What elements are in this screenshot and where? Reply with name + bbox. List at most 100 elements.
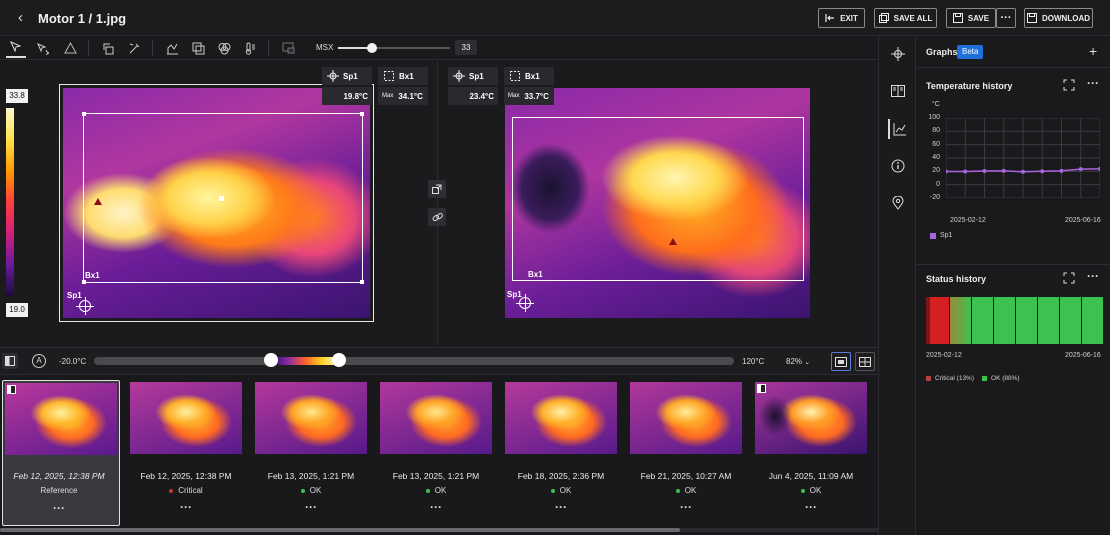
expand-icon[interactable] <box>1063 79 1075 91</box>
histogram-tool-icon[interactable] <box>162 38 182 58</box>
auto-range-toggle[interactable]: A <box>32 354 46 368</box>
triangle-tool-icon[interactable] <box>60 38 80 58</box>
data-point[interactable] <box>946 169 948 174</box>
right-spot-crosshair-icon[interactable] <box>516 294 534 312</box>
thumbnail-more-button[interactable]: ··· <box>755 500 867 514</box>
report-book-icon[interactable] <box>888 81 908 101</box>
thumbnail-card[interactable]: Feb 18, 2025, 2:36 PM OK ··· <box>505 382 617 520</box>
thumbnail-more-button[interactable]: ··· <box>130 500 242 514</box>
temp-history-more-button[interactable]: ··· <box>1087 76 1099 90</box>
thumbnail-more-button[interactable]: ··· <box>3 501 115 515</box>
back-arrow-icon[interactable]: ‹ <box>18 9 23 26</box>
graphs-panel-icon[interactable] <box>888 119 908 139</box>
data-point[interactable] <box>1040 169 1045 174</box>
thumbnail-image[interactable] <box>130 382 242 454</box>
link-images-button[interactable] <box>428 208 446 226</box>
thumbnail-more-button[interactable]: ··· <box>630 500 742 514</box>
scrollbar-thumb[interactable] <box>0 528 680 532</box>
range-max-handle[interactable] <box>332 353 346 367</box>
palette-brush-icon[interactable] <box>124 38 144 58</box>
add-graph-button[interactable]: + <box>1089 43 1097 59</box>
data-point[interactable] <box>1098 166 1100 171</box>
data-point[interactable] <box>1001 168 1006 173</box>
y-tick-label: 80 <box>932 127 940 135</box>
thumbnail-more-button[interactable]: ··· <box>255 500 367 514</box>
color-scale-bar <box>6 108 14 296</box>
zoom-select[interactable]: 82% ⌄ <box>786 357 810 366</box>
left-spot-crosshair-icon[interactable] <box>76 297 94 315</box>
temperature-line-chart <box>946 118 1100 198</box>
left-spot-chip[interactable]: Sp1 <box>322 67 372 85</box>
status-segment-ok[interactable] <box>1059 297 1082 344</box>
data-point[interactable] <box>982 169 987 173</box>
status-segment-ok[interactable] <box>993 297 1016 344</box>
scale-max-value[interactable]: 33.8 <box>6 89 28 103</box>
thumbnail-image[interactable] <box>5 383 117 455</box>
msx-value-field[interactable]: 33 <box>455 40 477 55</box>
fusion-tool-icon[interactable] <box>188 38 208 58</box>
thumbnail-more-button[interactable]: ··· <box>505 500 617 514</box>
thumbnail-image[interactable] <box>755 382 867 454</box>
single-view-button[interactable] <box>831 352 851 371</box>
data-point[interactable] <box>1078 167 1083 172</box>
data-point[interactable] <box>1059 168 1064 173</box>
data-point[interactable] <box>963 169 968 174</box>
measure-tool-icon[interactable] <box>888 44 908 64</box>
box-icon <box>510 71 520 81</box>
grid-view-button[interactable] <box>855 352 875 371</box>
thumbnail-image[interactable] <box>630 382 742 454</box>
status-segment-ok[interactable] <box>1082 297 1105 344</box>
thumbnail-card[interactable]: Jun 4, 2025, 11:09 AM OK ··· <box>755 382 867 520</box>
range-min-handle[interactable] <box>264 353 278 367</box>
tool-bar: MSX 33 <box>0 36 878 60</box>
thumbnail-more-button[interactable]: ··· <box>380 500 492 514</box>
thumbnail-image[interactable] <box>505 382 617 454</box>
scale-min-value[interactable]: 19.0 <box>6 303 28 317</box>
sync-view-button[interactable] <box>428 180 446 198</box>
thumbnail-image[interactable] <box>255 382 367 454</box>
data-point[interactable] <box>1021 169 1025 174</box>
right-box-bx1[interactable] <box>512 117 804 281</box>
msx-slider-track[interactable] <box>338 43 450 53</box>
status-segment-ok[interactable] <box>1037 297 1060 344</box>
msx-slider-handle[interactable] <box>366 43 377 53</box>
swap-view-button[interactable] <box>2 353 18 369</box>
rotate-tool-icon[interactable] <box>98 38 118 58</box>
horizontal-scrollbar[interactable] <box>0 528 878 532</box>
status-segment-ok[interactable] <box>1015 297 1038 344</box>
thumbnail-card[interactable]: Feb 13, 2025, 1:21 PM OK ··· <box>380 382 492 520</box>
thumbnail-card[interactable]: Feb 21, 2025, 10:27 AM OK ··· <box>630 382 742 520</box>
save-button[interactable]: SAVE <box>946 8 996 28</box>
picture-in-picture-icon[interactable] <box>278 38 298 58</box>
download-button[interactable]: DOWNLOAD <box>1024 8 1093 28</box>
right-spot-label: Sp1 <box>507 290 522 299</box>
select-tool-icon[interactable] <box>6 38 26 58</box>
thumbnail-card[interactable]: Feb 12, 2025, 12:38 PM Critical ··· <box>130 382 242 520</box>
status-segment-ok[interactable] <box>949 297 972 344</box>
grid-view-icon <box>859 356 871 367</box>
thermometer-tool-icon[interactable] <box>240 38 260 58</box>
location-pin-icon[interactable] <box>888 193 908 213</box>
thumbnail-card[interactable]: Feb 13, 2025, 1:21 PM OK ··· <box>255 382 367 520</box>
more-options-button[interactable]: ··· <box>996 8 1016 28</box>
status-segment-ok[interactable] <box>971 297 994 344</box>
right-box-chip[interactable]: Bx1 <box>504 67 554 85</box>
save-all-button[interactable]: SAVE ALL <box>874 8 937 28</box>
info-icon[interactable] <box>888 156 908 176</box>
range-slider-track[interactable] <box>94 353 734 367</box>
compare-badge-icon <box>757 384 766 393</box>
right-spot-chip[interactable]: Sp1 <box>448 67 498 85</box>
left-box-chip[interactable]: Bx1 <box>378 67 428 85</box>
toolbar-divider <box>152 40 153 56</box>
left-image-frame[interactable]: Bx1 Sp1 <box>59 84 374 322</box>
left-box-bx1[interactable] <box>82 112 364 284</box>
sparkle-select-tool-icon[interactable] <box>32 38 52 58</box>
thumbnail-card[interactable]: Feb 12, 2025, 12:38 PM Reference ··· <box>2 380 120 526</box>
expand-icon[interactable] <box>1063 272 1075 284</box>
color-palette-icon[interactable] <box>214 38 234 58</box>
status-segment-critical[interactable] <box>926 297 950 344</box>
status-history-more-button[interactable]: ··· <box>1087 269 1099 283</box>
thumbnail-image[interactable] <box>380 382 492 454</box>
exit-button[interactable]: EXIT <box>818 8 865 28</box>
side-icon-rail <box>878 36 916 535</box>
